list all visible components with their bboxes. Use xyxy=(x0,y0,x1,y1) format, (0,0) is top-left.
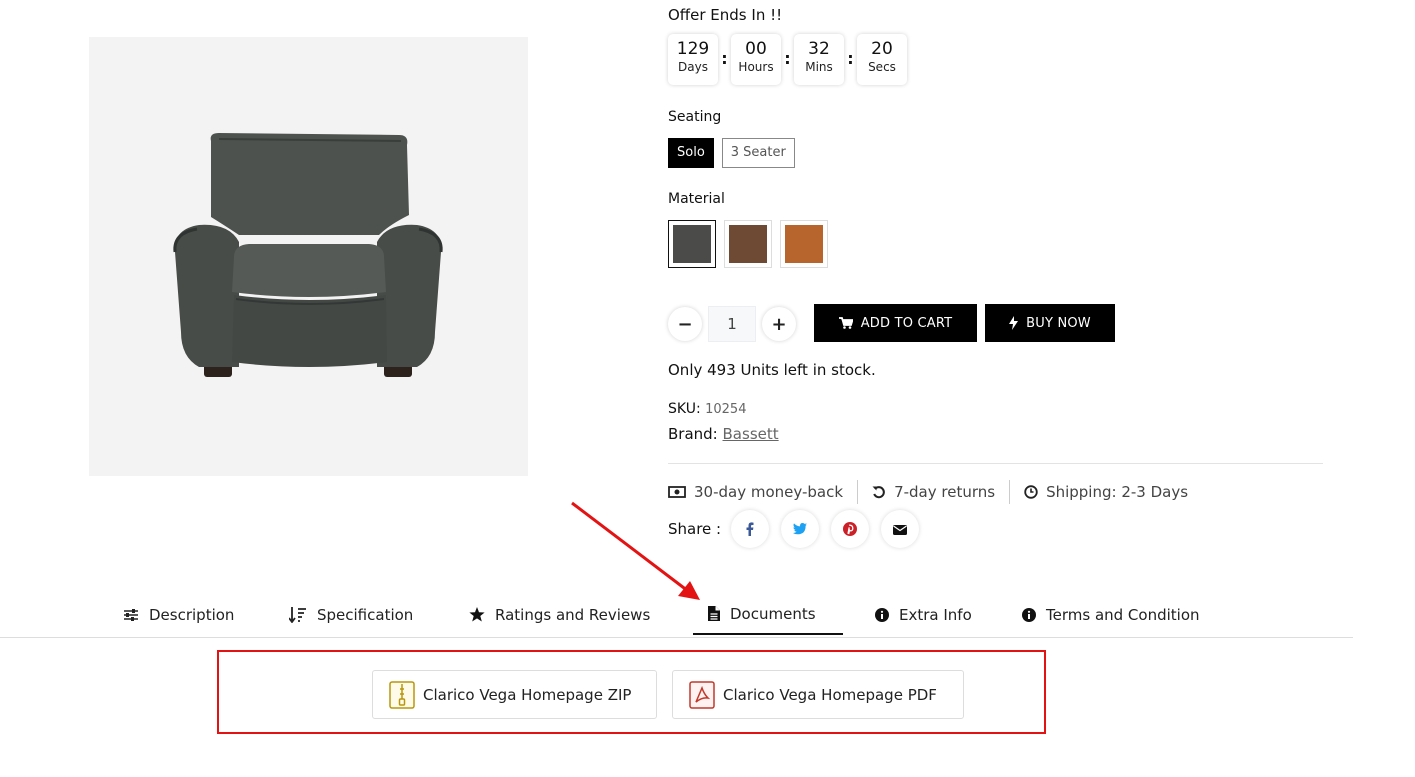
countdown-mins-unit: Mins xyxy=(805,60,833,74)
countdown-days: 129 Days xyxy=(668,34,718,85)
countdown-mins: 32 Mins xyxy=(794,34,844,85)
seating-options: Solo 3 Seater xyxy=(668,138,795,168)
document-pdf-label: Clarico Vega Homepage PDF xyxy=(723,685,937,704)
pinterest-icon xyxy=(843,522,858,536)
offer-label: Offer Ends In !! xyxy=(668,6,783,24)
countdown-secs-value: 20 xyxy=(871,39,893,59)
seating-option-3-seater[interactable]: 3 Seater xyxy=(721,138,795,168)
add-to-cart-label: ADD TO CART xyxy=(860,315,953,331)
tab-documents-label: Documents xyxy=(730,604,816,623)
tab-extra-info-label: Extra Info xyxy=(899,605,972,624)
tab-documents[interactable]: Documents xyxy=(693,594,843,635)
countdown-separator: : xyxy=(847,49,854,68)
document-icon xyxy=(708,606,720,621)
tab-ratings[interactable]: Ratings and Reviews xyxy=(469,594,650,635)
tab-terms[interactable]: Terms and Condition xyxy=(1022,594,1200,635)
countdown-mins-value: 32 xyxy=(808,39,830,59)
stock-status: Only 493 Units left in stock. xyxy=(668,361,876,379)
policy-separator xyxy=(1009,480,1011,504)
brand-link[interactable]: Bassett xyxy=(723,425,779,443)
sort-amount-icon xyxy=(289,606,306,623)
buy-now-label: BUY NOW xyxy=(1026,315,1091,331)
document-pdf-link[interactable]: Clarico Vega Homepage PDF xyxy=(672,670,964,719)
policy-shipping-text: Shipping: 2-3 Days xyxy=(1046,483,1189,501)
policy-list: 30-day money-back 7-day returns Shipping… xyxy=(668,480,1188,504)
countdown-separator: : xyxy=(721,49,728,68)
undo-icon xyxy=(872,486,885,499)
tab-description[interactable]: Description xyxy=(123,594,234,635)
quantity-decrease-button[interactable]: − xyxy=(668,307,702,341)
sku-value: 10254 xyxy=(705,402,747,417)
product-image[interactable] xyxy=(89,37,528,476)
bolt-icon xyxy=(1009,316,1019,330)
armchair-image xyxy=(173,133,443,377)
seating-option-solo[interactable]: Solo xyxy=(668,138,714,168)
countdown-hours: 00 Hours xyxy=(731,34,781,85)
quantity-input[interactable] xyxy=(708,306,756,342)
policy-separator xyxy=(857,480,859,504)
material-options xyxy=(668,220,828,268)
share-row: Share : xyxy=(668,510,931,548)
tab-terms-label: Terms and Condition xyxy=(1046,605,1200,624)
material-swatch-brown[interactable] xyxy=(724,220,772,268)
divider xyxy=(668,463,1323,464)
countdown-days-value: 129 xyxy=(676,39,710,59)
quantity-increase-button[interactable]: + xyxy=(762,307,796,341)
countdown-days-unit: Days xyxy=(678,60,708,74)
clock-icon xyxy=(1024,485,1038,499)
quantity-stepper: − + xyxy=(668,306,796,342)
sku-row: SKU: 10254 xyxy=(668,401,746,417)
brand-row: Brand: Bassett xyxy=(668,425,779,443)
countdown-timer: 129 Days : 00 Hours : 32 Mins : 20 Secs xyxy=(668,34,907,85)
cart-icon xyxy=(838,317,853,329)
share-label: Share : xyxy=(668,520,722,538)
policy-money-back: 30-day money-back xyxy=(668,483,843,501)
share-twitter-button[interactable] xyxy=(781,510,820,548)
policy-returns: 7-day returns xyxy=(872,483,995,501)
brand-label: Brand: xyxy=(668,425,718,443)
material-swatch-tan[interactable] xyxy=(780,220,828,268)
share-pinterest-button[interactable] xyxy=(831,510,870,548)
twitter-icon xyxy=(793,523,808,535)
seating-label: Seating xyxy=(668,109,722,125)
sku-label: SKU: xyxy=(668,401,701,417)
star-icon xyxy=(469,607,485,622)
money-icon xyxy=(668,486,686,498)
countdown-secs-unit: Secs xyxy=(868,60,896,74)
countdown-hours-value: 00 xyxy=(745,39,767,59)
material-label: Material xyxy=(668,191,725,207)
share-email-button[interactable] xyxy=(881,510,920,548)
tab-extra-info[interactable]: Extra Info xyxy=(875,594,972,635)
tab-specification[interactable]: Specification xyxy=(289,594,413,635)
facebook-icon xyxy=(746,522,754,536)
policy-returns-text: 7-day returns xyxy=(894,483,996,501)
sliders-icon xyxy=(124,608,138,621)
material-swatch-dark-grey[interactable] xyxy=(668,220,716,268)
info-icon xyxy=(1022,607,1036,622)
countdown-secs: 20 Secs xyxy=(857,34,907,85)
tab-ratings-label: Ratings and Reviews xyxy=(495,605,651,624)
email-icon xyxy=(893,524,908,535)
countdown-hours-unit: Hours xyxy=(738,60,774,74)
countdown-separator: : xyxy=(784,49,791,68)
document-zip-link[interactable]: Clarico Vega Homepage ZIP xyxy=(372,670,657,719)
add-to-cart-button[interactable]: ADD TO CART xyxy=(814,304,977,342)
product-tabs: Description Specification Ratings and Re… xyxy=(0,594,1353,638)
policy-shipping: Shipping: 2-3 Days xyxy=(1024,483,1188,501)
pdf-file-icon xyxy=(689,680,715,709)
tab-description-label: Description xyxy=(149,605,235,624)
buy-now-button[interactable]: BUY NOW xyxy=(985,304,1115,342)
tab-specification-label: Specification xyxy=(317,605,414,624)
zip-file-icon xyxy=(389,680,415,709)
share-facebook-button[interactable] xyxy=(731,510,770,548)
info-icon xyxy=(875,607,889,622)
policy-money-back-text: 30-day money-back xyxy=(694,483,844,501)
document-zip-label: Clarico Vega Homepage ZIP xyxy=(423,685,632,704)
